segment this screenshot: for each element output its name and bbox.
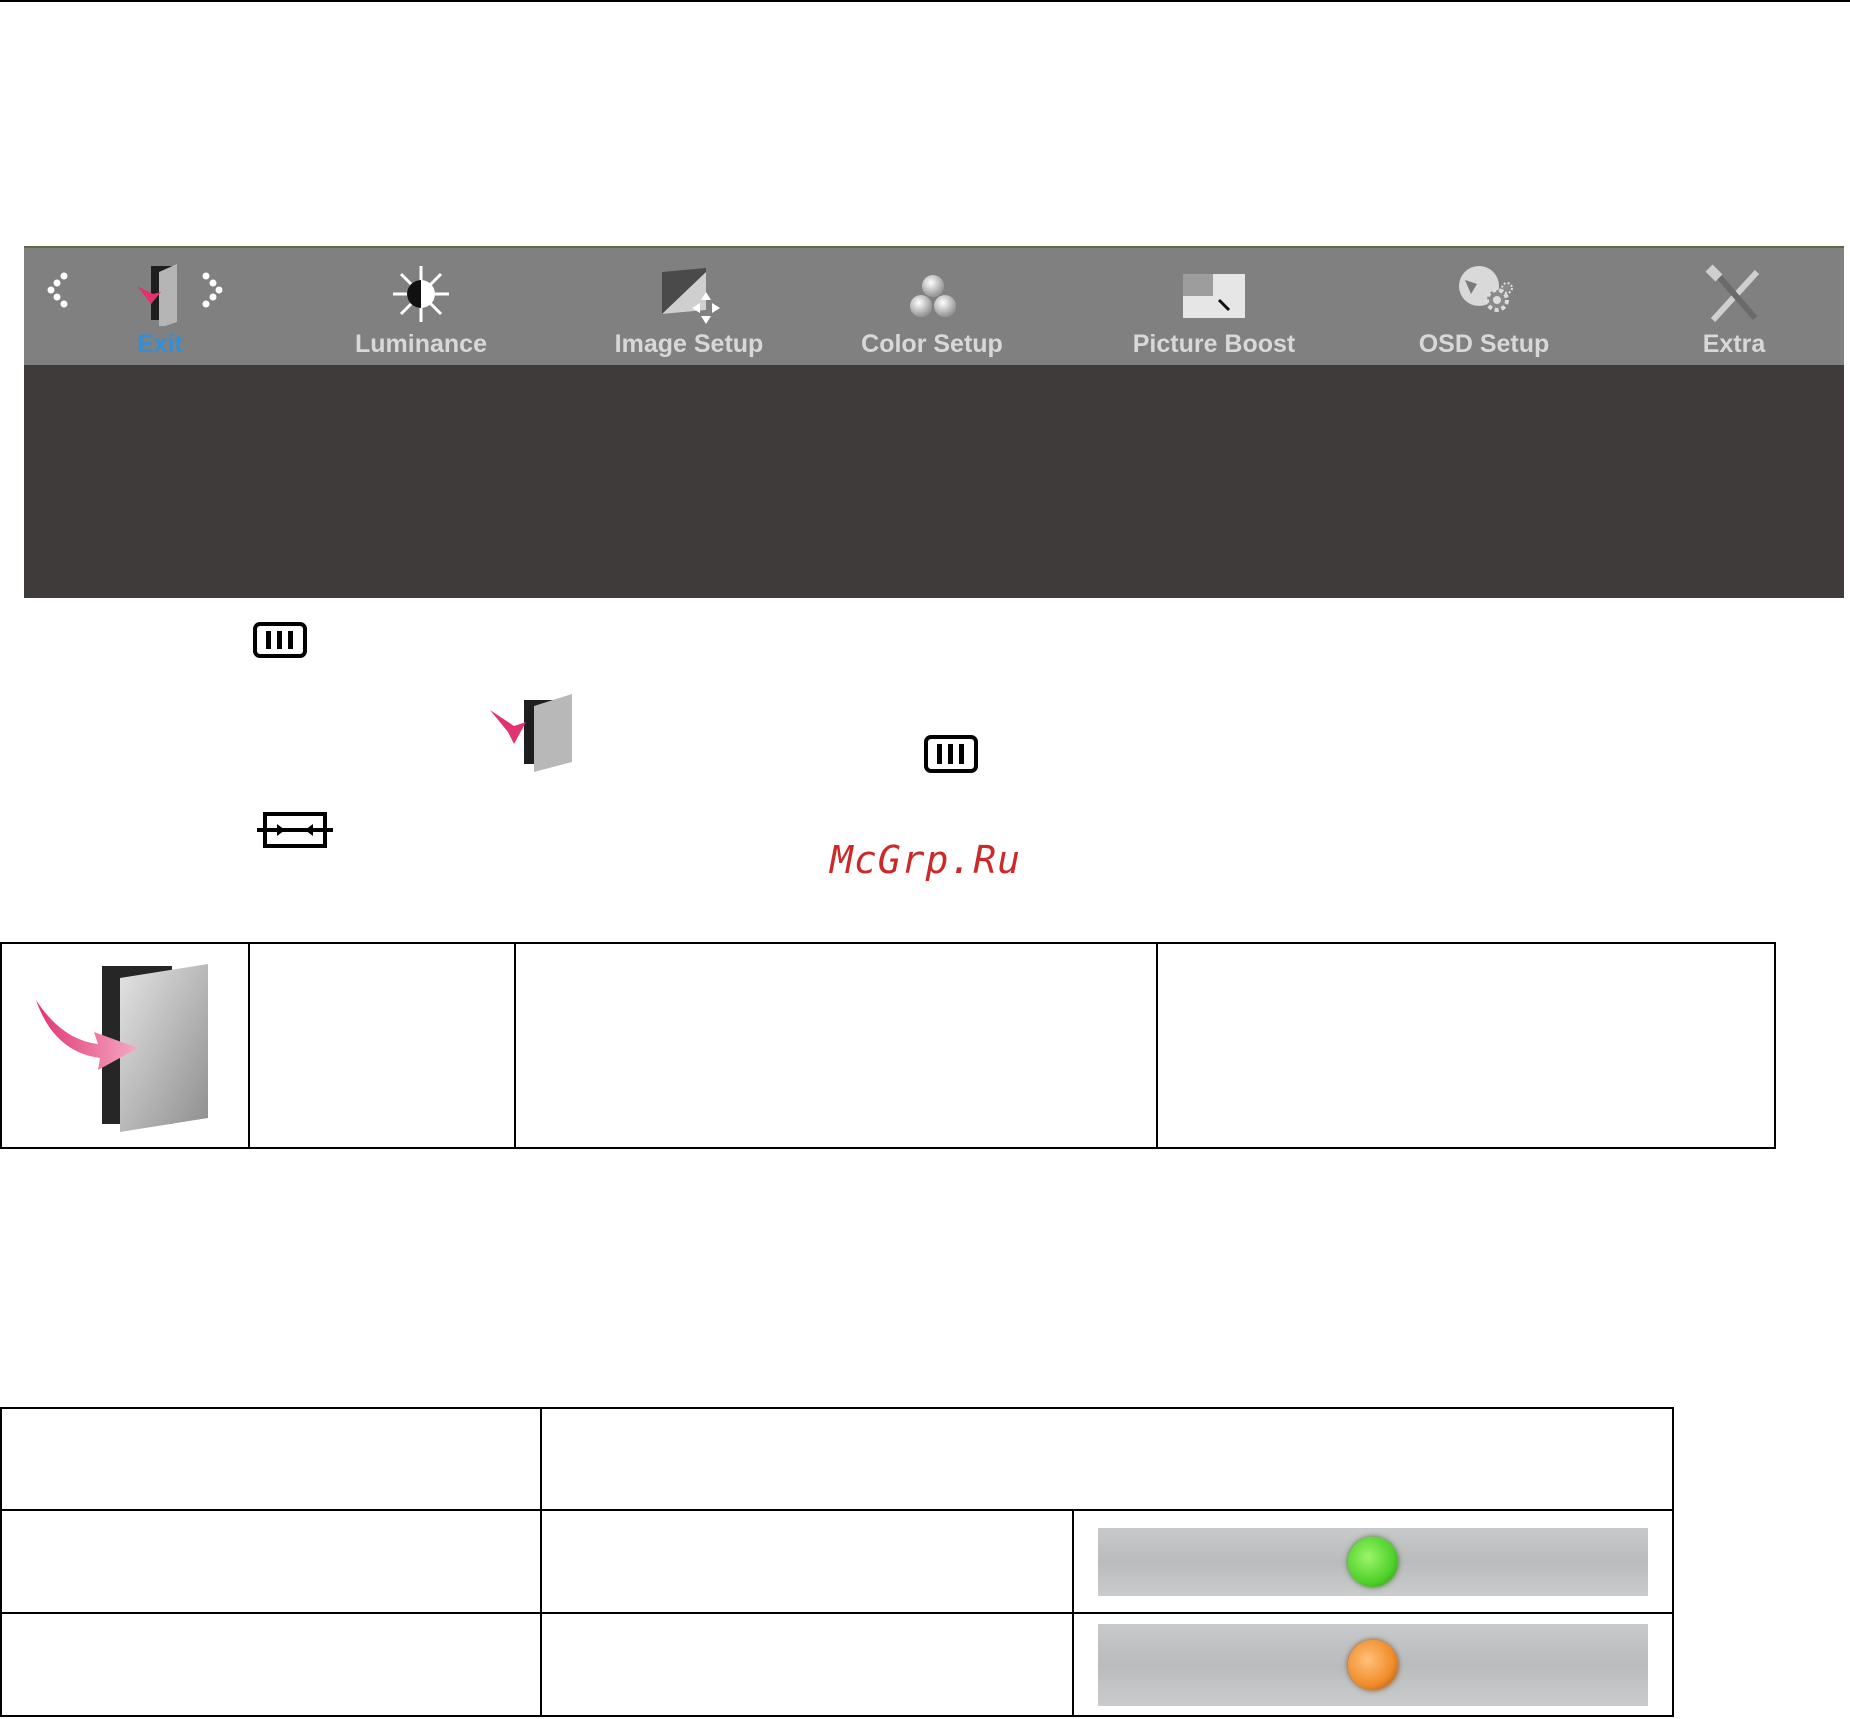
tab-exit[interactable]: Exit	[80, 248, 240, 367]
tab-label: Exit	[137, 330, 183, 358]
tab-label: Picture Boost	[1132, 330, 1296, 358]
color-circles-icon	[910, 275, 956, 317]
exit-door-icon	[36, 964, 208, 1132]
led-table	[0, 1407, 1674, 1717]
exit-description-cell	[514, 942, 1158, 1149]
led-row-color-name	[540, 1612, 1074, 1717]
tab-extra[interactable]: Extra	[1664, 248, 1804, 367]
menu-key-icon	[253, 622, 307, 658]
sun-icon	[393, 266, 449, 322]
nav-left-icon[interactable]	[44, 268, 74, 308]
tab-label: Color Setup	[861, 330, 1003, 358]
led-header-color	[540, 1407, 1674, 1511]
exit-name-cell	[248, 942, 516, 1149]
led-row-label	[0, 1509, 542, 1614]
led-header-status	[0, 1407, 542, 1511]
auto-key-icon	[257, 812, 333, 848]
exit-icon-cell	[0, 942, 250, 1149]
led-row-color-name	[540, 1509, 1074, 1614]
image-setup-icon	[662, 268, 720, 324]
tab-color-setup[interactable]: Color Setup	[832, 248, 1032, 367]
green-led-indicator	[1348, 1536, 1398, 1587]
tab-osd-setup[interactable]: OSD Setup	[1384, 248, 1584, 367]
tab-label: Image Setup	[614, 330, 764, 358]
tools-icon	[1705, 264, 1760, 323]
tab-luminance[interactable]: Luminance	[321, 248, 521, 367]
orange-led-indicator	[1348, 1639, 1398, 1690]
led-row-image	[1072, 1509, 1674, 1614]
tab-label: OSD Setup	[1418, 330, 1550, 358]
menu-key-icon	[924, 735, 978, 773]
osd-menu: Exit Luminance Image Setup Color Setup P…	[24, 246, 1844, 598]
exit-table	[0, 942, 1776, 1149]
exit-door-icon	[490, 694, 572, 772]
osd-tab-bar: Exit Luminance Image Setup Color Setup P…	[24, 246, 1844, 365]
led-strip-orange	[1098, 1623, 1648, 1706]
tab-picture-boost[interactable]: Picture Boost	[1099, 248, 1329, 367]
tab-image-setup[interactable]: Image Setup	[584, 248, 794, 367]
led-strip-green	[1098, 1527, 1648, 1596]
tab-label: Luminance	[355, 330, 487, 358]
osd-setup-icon	[1459, 266, 1513, 312]
top-rule	[0, 0, 1850, 2]
led-row-label	[0, 1612, 542, 1717]
watermark: McGrp.Ru	[830, 838, 1022, 882]
exit-door-icon	[137, 264, 177, 326]
picture-boost-icon	[1183, 274, 1245, 318]
tab-label: Extra	[1702, 330, 1766, 358]
osd-content-area	[24, 365, 1844, 598]
exit-notes-cell	[1156, 942, 1776, 1149]
led-row-image	[1072, 1612, 1674, 1717]
